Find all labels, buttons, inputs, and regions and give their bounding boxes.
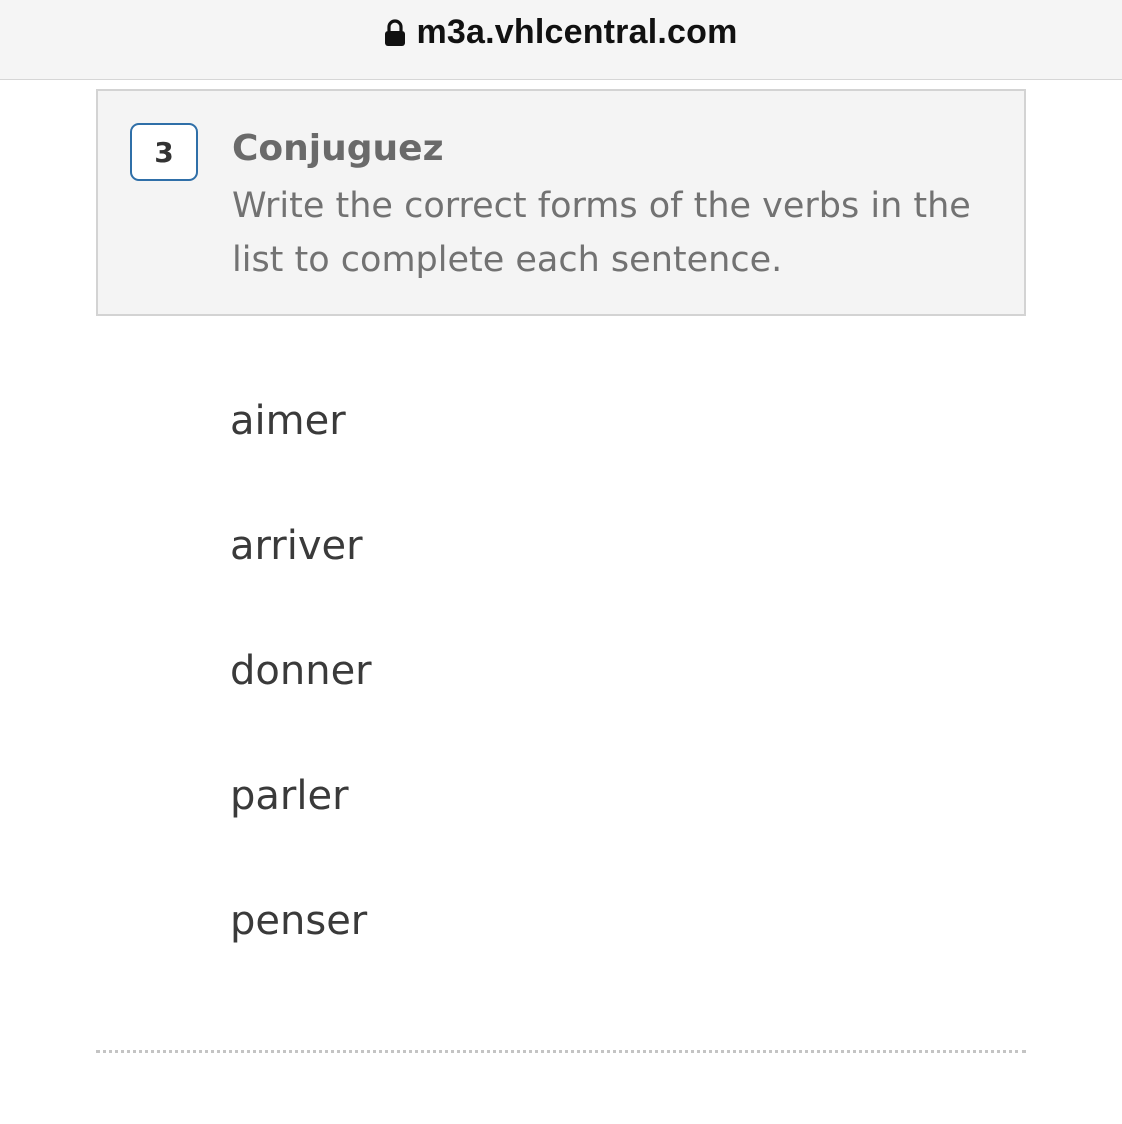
url-display[interactable]: m3a.vhlcentral.com (384, 13, 737, 52)
verb-item: penser (230, 898, 368, 944)
url-text: m3a.vhlcentral.com (416, 13, 738, 51)
browser-url-bar[interactable]: m3a.vhlcentral.com (0, 0, 1122, 80)
verb-item: parler (230, 773, 349, 819)
activity-number-badge: 3 (130, 123, 198, 181)
verb-list: aimer arriver donner parler penser (230, 395, 372, 1020)
activity-title: Conjuguez (232, 128, 444, 169)
activity-instructions: Write the correct forms of the verbs in … (232, 186, 971, 280)
verb-item: donner (230, 648, 372, 694)
lock-icon (384, 18, 406, 47)
verb-item: aimer (230, 398, 346, 444)
section-divider (96, 1050, 1026, 1053)
verb-item: arriver (230, 523, 363, 569)
activity-instructions-panel: 3 Conjuguez Write the correct forms of t… (96, 89, 1026, 316)
